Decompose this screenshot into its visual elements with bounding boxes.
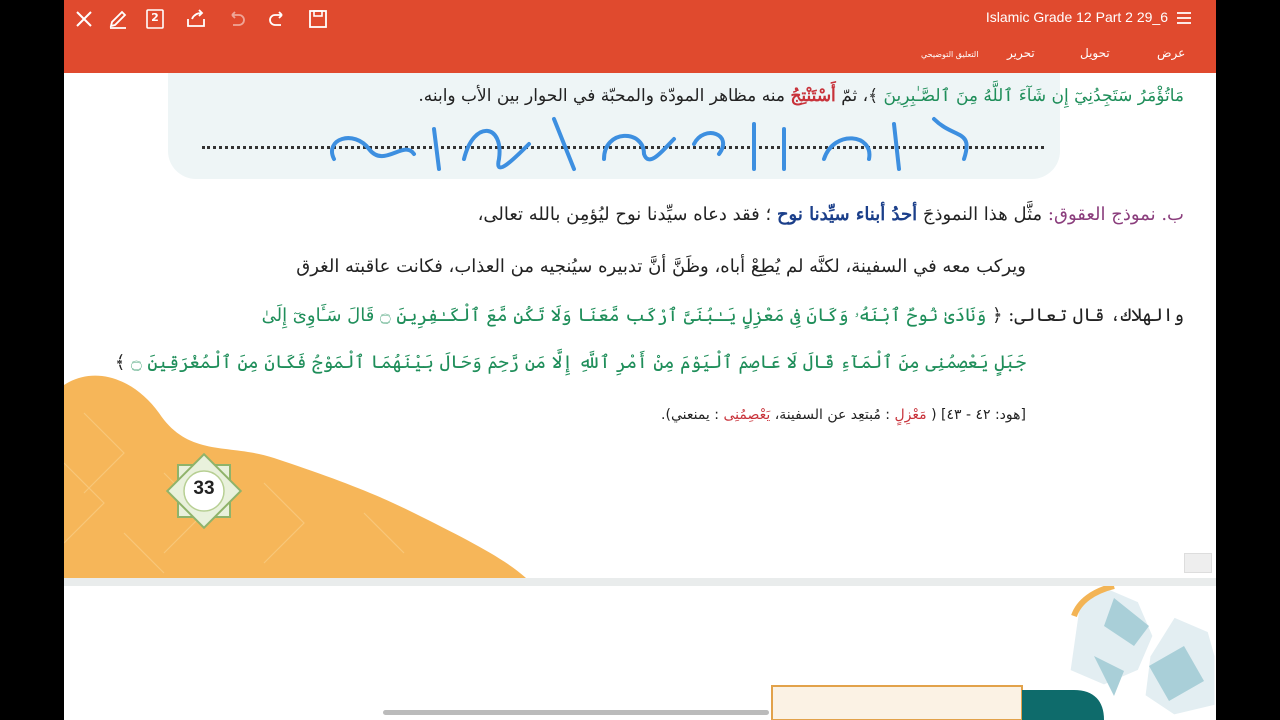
body-text: ؛ فقد دعاه سيِّدنا نوح	[615, 204, 772, 225]
page-number: 33	[193, 478, 215, 499]
section-b-label: ب. نموذج العقوق:	[1047, 204, 1184, 225]
scroll-handle[interactable]	[1184, 553, 1212, 573]
redo-icon[interactable]	[266, 7, 290, 31]
reference-text: : مُبتعِد عن السفينة،	[774, 407, 891, 423]
body-text: مثَّل هذا النموذجَ	[922, 204, 1043, 225]
document-title: Islamic Grade 12 Part 2 29_6	[985, 9, 1168, 25]
pdf-viewer-screen: 2 Islamic Grade 12 Part 2 29_6 عرض تحويل…	[64, 0, 1216, 720]
body-text: والهلاك، قال تعالى: ﴿	[992, 305, 1184, 326]
highlight-text: أحدُ أبناء سيِّدنا نوح	[776, 204, 918, 225]
reference-word: يَعْصِمُنِى	[723, 407, 771, 423]
section-b-line-1: ب. نموذج العقوق: مثَّل هذا النموذجَ أحدُ…	[478, 204, 1184, 225]
next-page	[64, 586, 1216, 720]
section-b-line-2: ويركب معه في السفينة، لكنَّه لم يُطِعْ أ…	[296, 256, 1026, 277]
save-icon[interactable]	[306, 7, 330, 31]
tab-annotate[interactable]: التعليق التوضيحي	[921, 50, 978, 59]
decorative-pattern	[771, 586, 1216, 720]
share-icon[interactable]	[184, 7, 208, 31]
reference-word: مَعْزِلٍ	[894, 407, 927, 423]
quran-quote: وَنَادَىٰ نُوحٌ ٱبْنَهُۥ وَكَانَ فِى مَع…	[261, 305, 987, 326]
menu-icon[interactable]	[1174, 8, 1194, 28]
page-separator	[64, 578, 1216, 586]
quran-quote: جَبَلٍ يَعْصِمُنِى مِنَ ٱلْمَآءِ قَالَ ل…	[131, 352, 1026, 373]
page-count-icon[interactable]: 2	[143, 7, 167, 31]
handwriting-annotation	[330, 117, 969, 171]
tab-edit[interactable]: تحرير	[1007, 46, 1035, 60]
pen-icon[interactable]	[106, 7, 130, 31]
reference-text: [هود: ٤٢ - ٤٣] (	[931, 407, 1026, 423]
tab-view[interactable]: عرض	[1157, 46, 1185, 60]
home-indicator[interactable]	[383, 710, 769, 715]
page-count-label: 2	[151, 11, 159, 24]
document-page: مَاتُؤْمَرُ سَتَجِدُنِيٓ إِن شَآءَ ٱللَّ…	[64, 73, 1216, 578]
tab-convert[interactable]: تحويل	[1080, 46, 1110, 60]
body-text: ليُؤمِن بالله تعالى،	[477, 204, 610, 225]
verse-reference: [هود: ٤٢ - ٤٣] ( مَعْزِلٍ : مُبتعِد عن ا…	[661, 407, 1026, 423]
body-text: ﴾	[114, 352, 126, 373]
close-icon[interactable]	[72, 7, 96, 31]
undo-icon[interactable]	[224, 7, 248, 31]
reference-text: : يمنعني).	[661, 407, 719, 423]
section-b-line-3: والهلاك، قال تعالى: ﴿ وَنَادَىٰ نُوحٌ ٱب…	[262, 305, 1184, 326]
section-b-line-4: جَبَلٍ يَعْصِمُنِى مِنَ ٱلْمَآءِ قَالَ ل…	[115, 352, 1026, 373]
top-toolbar: 2 Islamic Grade 12 Part 2 29_6 عرض تحويل…	[64, 0, 1216, 73]
decorative-gold-shape	[64, 375, 526, 578]
